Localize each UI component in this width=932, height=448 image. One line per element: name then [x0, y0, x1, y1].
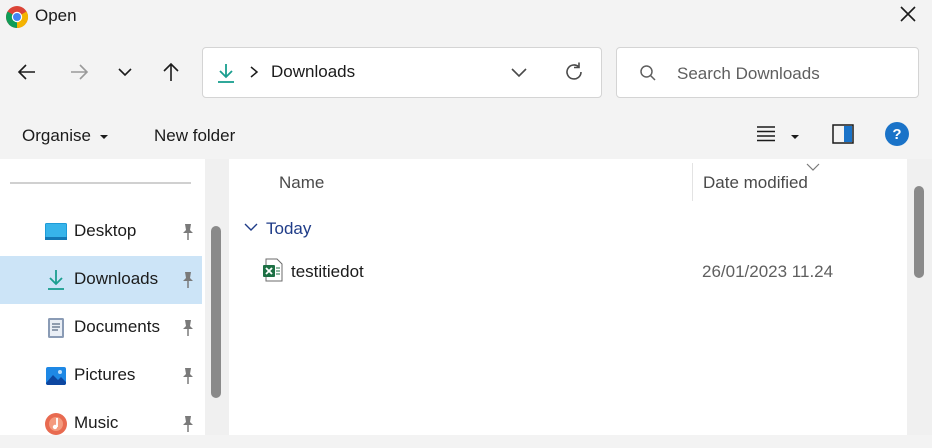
sidebar-item-label: Pictures — [74, 365, 136, 384]
caret-down-icon — [99, 127, 109, 145]
svg-text:?: ? — [892, 126, 901, 143]
up-button[interactable] — [156, 59, 186, 89]
caret-down-icon — [790, 127, 800, 145]
sidebar-item-downloads[interactable]: Downloads — [0, 256, 202, 304]
sidebar-item-desktop[interactable]: Desktop — [0, 208, 202, 256]
sidebar-divider — [10, 182, 191, 184]
pin-icon — [180, 367, 196, 385]
file-date-modified: 26/01/2023 11.24 — [702, 262, 834, 281]
chrome-icon — [5, 5, 29, 29]
pin-icon — [180, 223, 196, 241]
new-folder-label: New folder — [154, 126, 236, 145]
sidebar-item-label: Downloads — [74, 269, 159, 288]
back-button[interactable] — [12, 59, 42, 89]
search-icon — [639, 64, 657, 87]
window-title: Open — [35, 6, 77, 25]
help-button[interactable]: ? — [885, 122, 909, 151]
organise-button[interactable]: Organise — [22, 126, 109, 146]
sidebar-item-music[interactable]: Music — [0, 400, 202, 448]
arrow-right-icon — [68, 61, 90, 88]
address-bar[interactable]: Downloads — [202, 47, 602, 98]
downloads-icon — [215, 62, 237, 84]
desktop-icon — [44, 220, 68, 244]
breadcrumb-downloads[interactable]: Downloads — [271, 62, 355, 82]
organise-label: Organise — [22, 126, 91, 145]
preview-pane-button[interactable] — [832, 124, 854, 149]
new-folder-button[interactable]: New folder — [154, 126, 235, 146]
view-list-icon — [756, 124, 776, 147]
breadcrumb-chevron-icon — [249, 65, 259, 84]
file-list-scrollbar-thumb[interactable] — [914, 186, 924, 278]
chevron-down-icon — [117, 64, 133, 85]
sort-chevron-icon — [806, 158, 820, 176]
column-header-date-modified[interactable]: Date modified — [703, 173, 808, 193]
refresh-icon[interactable] — [563, 61, 585, 88]
sidebar-item-label: Music — [74, 413, 119, 432]
search-placeholder: Search Downloads — [677, 64, 820, 83]
preview-pane-icon — [832, 124, 854, 148]
sidebar-item-label: Documents — [74, 317, 160, 336]
chevron-down-icon — [244, 219, 258, 237]
pin-icon — [180, 271, 196, 289]
group-label: Today — [266, 219, 312, 238]
file-list — [229, 159, 907, 435]
arrow-up-icon — [160, 61, 182, 88]
group-header-today[interactable] — [244, 219, 258, 237]
title-bar: Open — [0, 0, 932, 36]
column-header-name[interactable]: Name — [279, 173, 324, 193]
column-separator[interactable] — [692, 163, 693, 201]
help-icon: ? — [885, 122, 909, 150]
downloads-icon — [44, 268, 68, 292]
sidebar-item-documents[interactable]: Documents — [0, 304, 202, 352]
pin-icon — [180, 415, 196, 433]
music-icon — [44, 412, 68, 436]
excel-file-icon — [262, 258, 284, 287]
file-name[interactable]: testitiedot — [291, 262, 364, 282]
address-history-dropdown[interactable] — [509, 65, 529, 86]
search-input[interactable]: Search Downloads — [616, 47, 919, 98]
view-options-button[interactable] — [756, 124, 800, 147]
forward-button[interactable] — [64, 59, 94, 89]
close-icon — [899, 5, 917, 28]
sidebar-item-pictures[interactable]: Pictures — [0, 352, 202, 400]
pictures-icon — [44, 364, 68, 388]
arrow-left-icon — [16, 61, 38, 88]
documents-icon — [44, 316, 68, 340]
sidebar-item-label: Desktop — [74, 221, 137, 240]
navigation-scrollbar-thumb[interactable] — [211, 226, 221, 398]
pin-icon — [180, 319, 196, 337]
recent-locations-button[interactable] — [110, 59, 140, 89]
close-button[interactable] — [885, 0, 931, 32]
